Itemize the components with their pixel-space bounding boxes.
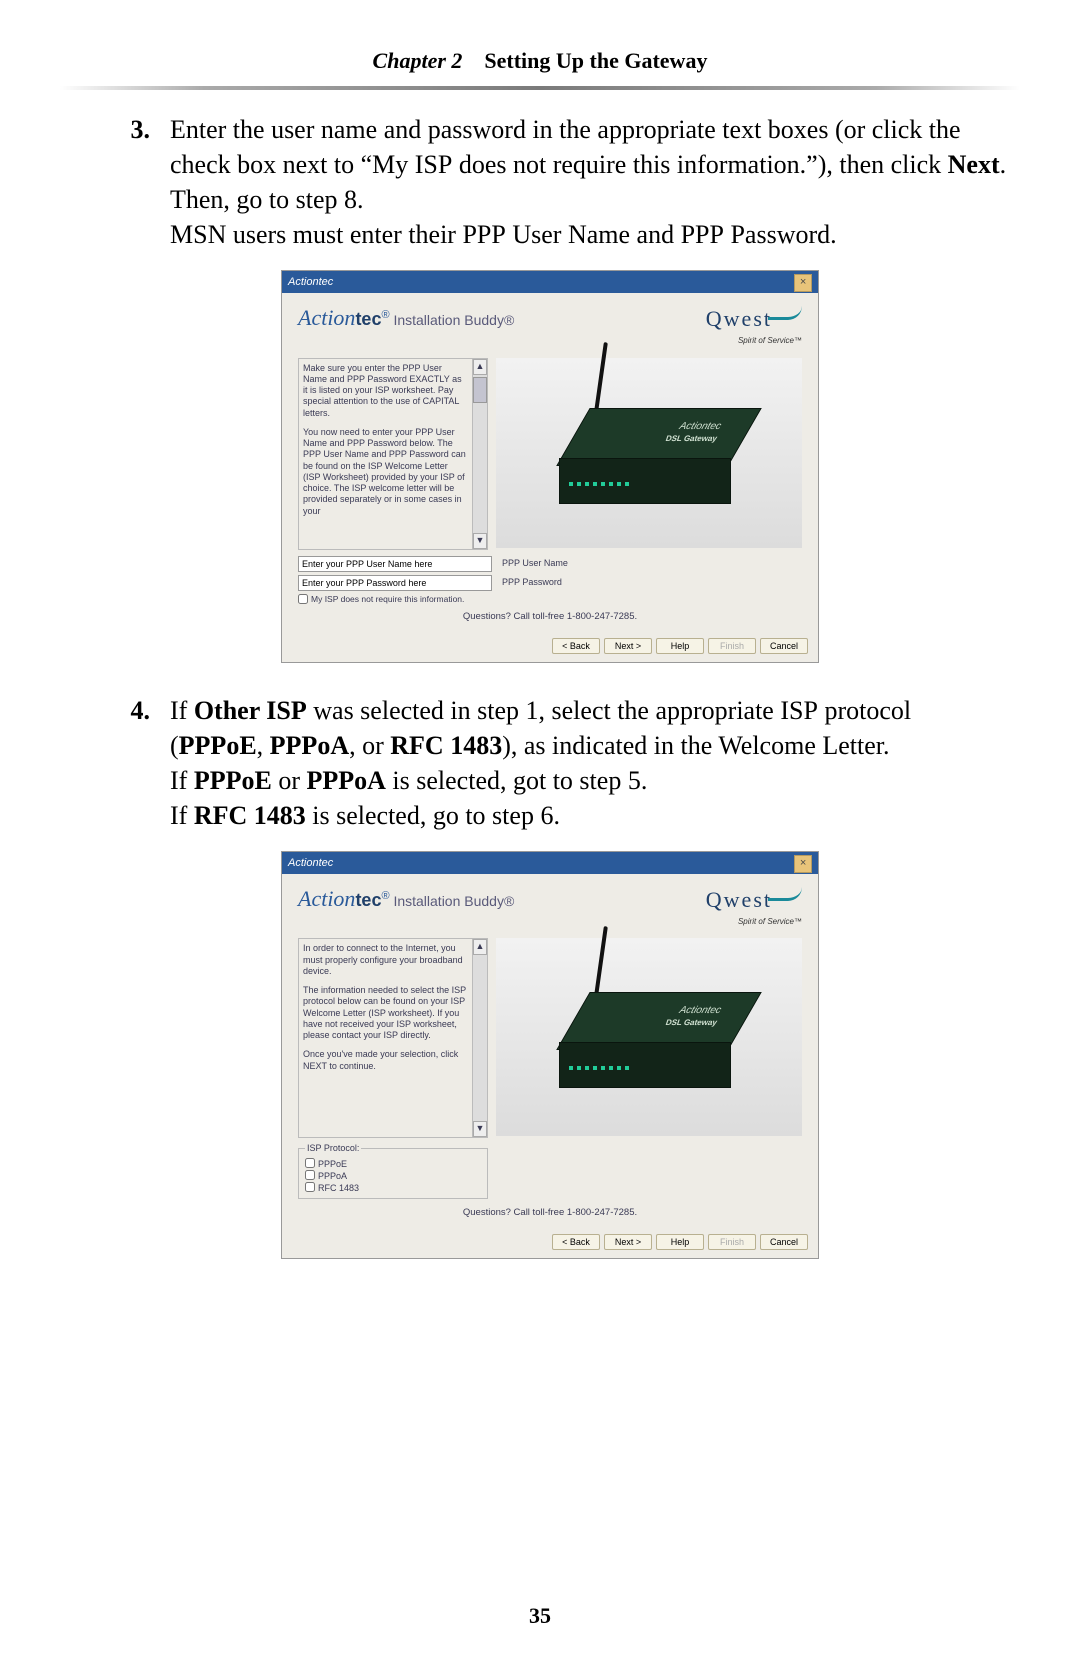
- pppoe-checkbox[interactable]: [305, 1158, 315, 1168]
- scroll-down-icon[interactable]: ▼: [473, 1121, 487, 1137]
- dialog-ppp-credentials: Actiontec × Actiontec® Installation Budd…: [281, 270, 819, 662]
- close-icon[interactable]: ×: [794, 274, 812, 292]
- pppoa-checkbox[interactable]: [305, 1170, 315, 1180]
- chapter-title: Setting Up the Gateway: [484, 48, 707, 73]
- rfc1483-option[interactable]: RFC 1483: [305, 1182, 481, 1194]
- back-button[interactable]: < Back: [552, 638, 600, 654]
- ppp-password-input[interactable]: [298, 575, 492, 591]
- support-line: Questions? Call toll-free 1-800-247-7285…: [282, 1203, 818, 1228]
- no-isp-info-checkbox[interactable]: [298, 594, 308, 604]
- step-4-text: If Other ISP was selected in step 1, sel…: [170, 693, 1010, 833]
- scroll-up-icon[interactable]: ▲: [473, 939, 487, 955]
- qwest-tagline: Spirit of Service™: [738, 336, 802, 345]
- qwest-logo: Qwest: [706, 887, 772, 912]
- header-rule: [60, 86, 1020, 90]
- device-label: ActiontecDSL Gateway: [664, 1004, 723, 1028]
- isp-protocol-group: ISP Protocol: PPPoE PPPoA RFC 1483: [298, 1142, 488, 1199]
- step-3: 3. Enter the user name and password in t…: [90, 112, 1010, 252]
- dialog-buttons: < Back Next > Help Finish Cancel: [282, 632, 818, 662]
- scrollbar[interactable]: ▲ ▼: [472, 359, 487, 549]
- qwest-swoosh-icon: [768, 884, 802, 901]
- dialog-brand-row: Actiontec® Installation Buddy® Qwest Spi…: [282, 874, 818, 934]
- cancel-button[interactable]: Cancel: [760, 638, 808, 654]
- scroll-up-icon[interactable]: ▲: [473, 359, 487, 375]
- page-number: 35: [0, 1603, 1080, 1629]
- no-isp-info-label: My ISP does not require this information…: [311, 594, 464, 605]
- back-button[interactable]: < Back: [552, 1234, 600, 1250]
- help-button[interactable]: Help: [656, 1234, 704, 1250]
- qwest-tagline: Spirit of Service™: [738, 917, 802, 926]
- ppp-username-label: PPP User Name: [502, 557, 568, 569]
- chapter-label: Chapter 2: [373, 48, 463, 73]
- ppp-password-label: PPP Password: [502, 576, 562, 588]
- brand-right: Qwest Spirit of Service™: [706, 303, 802, 347]
- titlebar-text: Actiontec: [288, 852, 333, 874]
- page-header: Chapter 2 Setting Up the Gateway: [0, 48, 1080, 74]
- next-button[interactable]: Next >: [604, 1234, 652, 1250]
- instruction-scrollbox: Make sure you enter the PPP User Name an…: [298, 358, 488, 550]
- qwest-logo: Qwest: [706, 306, 772, 331]
- ppp-username-input[interactable]: [298, 556, 492, 572]
- dialog-isp-protocol: Actiontec × Actiontec® Installation Budd…: [281, 851, 819, 1259]
- device-label: ActiontecDSL Gateway: [664, 420, 723, 444]
- pppoe-option[interactable]: PPPoE: [305, 1158, 481, 1170]
- dialog-buttons: < Back Next > Help Finish Cancel: [282, 1228, 818, 1258]
- step-3-text: Enter the user name and password in the …: [170, 112, 1010, 252]
- dialog-brand-row: Actiontec® Installation Buddy® Qwest Spi…: [282, 293, 818, 353]
- titlebar-text: Actiontec: [288, 271, 333, 293]
- help-button[interactable]: Help: [656, 638, 704, 654]
- dialog-titlebar: Actiontec ×: [282, 852, 818, 874]
- isp-protocol-legend: ISP Protocol:: [305, 1142, 361, 1154]
- dialog-titlebar: Actiontec ×: [282, 271, 818, 293]
- scroll-down-icon[interactable]: ▼: [473, 533, 487, 549]
- support-line: Questions? Call toll-free 1-800-247-7285…: [282, 607, 818, 632]
- step-3-number: 3.: [90, 112, 170, 252]
- close-icon[interactable]: ×: [794, 855, 812, 873]
- next-button[interactable]: Next >: [604, 638, 652, 654]
- pppoa-option[interactable]: PPPoA: [305, 1170, 481, 1182]
- led-lights-icon: [569, 482, 629, 486]
- scrollbar[interactable]: ▲ ▼: [472, 939, 487, 1137]
- cancel-button[interactable]: Cancel: [760, 1234, 808, 1250]
- brand-right: Qwest Spirit of Service™: [706, 884, 802, 928]
- brand-left: Actiontec® Installation Buddy®: [298, 884, 514, 914]
- step-4-number: 4.: [90, 693, 170, 833]
- brand-left: Actiontec® Installation Buddy®: [298, 303, 514, 333]
- finish-button: Finish: [708, 1234, 756, 1250]
- instruction-scrollbox: In order to connect to the Internet, you…: [298, 938, 488, 1138]
- rfc1483-checkbox[interactable]: [305, 1182, 315, 1192]
- device-photo: ActiontecDSL Gateway: [496, 358, 802, 548]
- led-lights-icon: [569, 1066, 629, 1070]
- finish-button: Finish: [708, 638, 756, 654]
- qwest-swoosh-icon: [768, 303, 802, 320]
- scroll-thumb[interactable]: [473, 377, 487, 403]
- step-4: 4. If Other ISP was selected in step 1, …: [90, 693, 1010, 833]
- device-photo: ActiontecDSL Gateway: [496, 938, 802, 1136]
